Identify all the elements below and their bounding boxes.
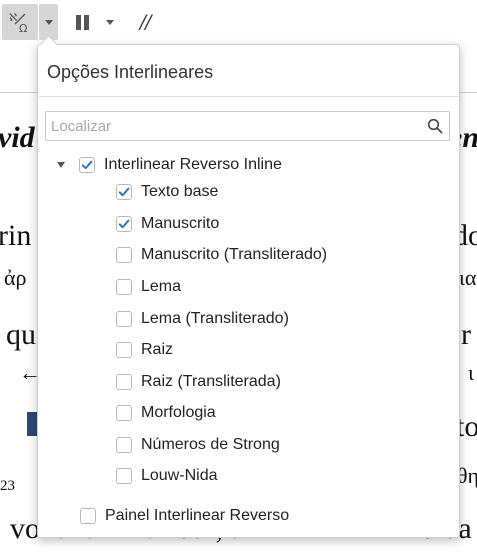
checkbox[interactable] [116,468,132,484]
verse-number: 23 [0,478,15,494]
option-label: Raiz (Transliterada) [141,373,281,390]
parallel-icon: // [139,11,152,33]
doc-fragment: ι [468,360,474,385]
option-lema[interactable]: Lema [116,273,181,301]
option-label: Texto base [141,183,219,200]
interlinear-options-panel: Opções Interlineares Interlinear Reverso… [37,35,460,538]
doc-fragment: rin [0,219,32,252]
option-label: Louw-Nida [141,467,218,484]
option-label: Manuscrito [141,215,220,232]
option-morfologia[interactable]: Morfologia [116,399,216,427]
checkbox-root[interactable] [79,157,95,173]
panel-title: Opções Interlineares [47,62,214,82]
search-box [45,111,450,141]
option-texto-base[interactable]: Texto base [116,178,218,206]
search-icon[interactable] [427,118,443,134]
option-label: Números de Strong [141,436,280,453]
checkbox[interactable] [116,342,132,358]
interlinear-icon: ℵ Ω [9,11,27,34]
doc-fragment: vid [0,121,35,154]
option-raiz[interactable]: Raiz [116,336,173,364]
option-lema-transliterado[interactable]: Lema (Transliterado) [116,305,289,333]
columns-icon [75,14,89,30]
doc-fragment: θη [457,463,477,488]
option-raiz-transliterada[interactable]: Raiz (Transliterada) [116,368,281,396]
tree-item-interlinear-reverso-inline[interactable]: Interlinear Reverso Inline [57,151,282,179]
columns-dropdown-button[interactable] [101,4,119,40]
option-label: Morfologia [141,404,216,421]
checkbox[interactable] [116,437,132,453]
checkbox[interactable] [116,405,132,421]
option-louw-nida[interactable]: Louw-Nida [116,462,217,490]
option-label: Lema (Transliterado) [141,310,289,327]
option-numeros-de-strong[interactable]: Números de Strong [116,431,280,459]
checkbox[interactable] [116,279,132,295]
expand-toggle-icon[interactable] [57,162,65,168]
option-label: Lema [141,278,182,295]
checkbox[interactable] [80,508,96,524]
doc-fragment: qu [6,318,36,351]
checkbox[interactable] [116,374,132,390]
option-label: Painel Interlinear Reverso [105,507,290,524]
toolbar: ℵ Ω // [0,0,477,44]
doc-fragment: ἀρ [4,265,27,290]
chevron-down-icon [106,19,114,25]
checkbox[interactable] [116,184,132,200]
checkbox[interactable] [116,216,132,232]
option-label: Manuscrito (Transliterado) [141,246,328,263]
checkbox[interactable] [116,311,132,327]
option-manuscrito-transliterado[interactable]: Manuscrito (Transliterado) [116,241,327,269]
doc-fragment: r [461,318,471,351]
option-label: Interlinear Reverso Inline [104,156,282,173]
option-painel-interlinear-reverso[interactable]: Painel Interlinear Reverso [80,502,289,530]
doc-fragment: ια [459,265,477,290]
chevron-down-icon [44,19,53,25]
parallel-button[interactable]: // [130,4,160,40]
svg-text:Ω: Ω [19,22,27,34]
interlinear-button[interactable]: ℵ Ω [2,4,38,40]
svg-text:ℵ: ℵ [9,11,17,24]
option-label: Raiz [141,341,174,358]
checkbox[interactable] [116,247,132,263]
search-input[interactable] [46,112,421,140]
option-manuscrito[interactable]: Manuscrito [116,210,219,238]
highlight-mark [27,412,37,436]
divider [38,96,459,97]
columns-button[interactable] [68,4,96,40]
